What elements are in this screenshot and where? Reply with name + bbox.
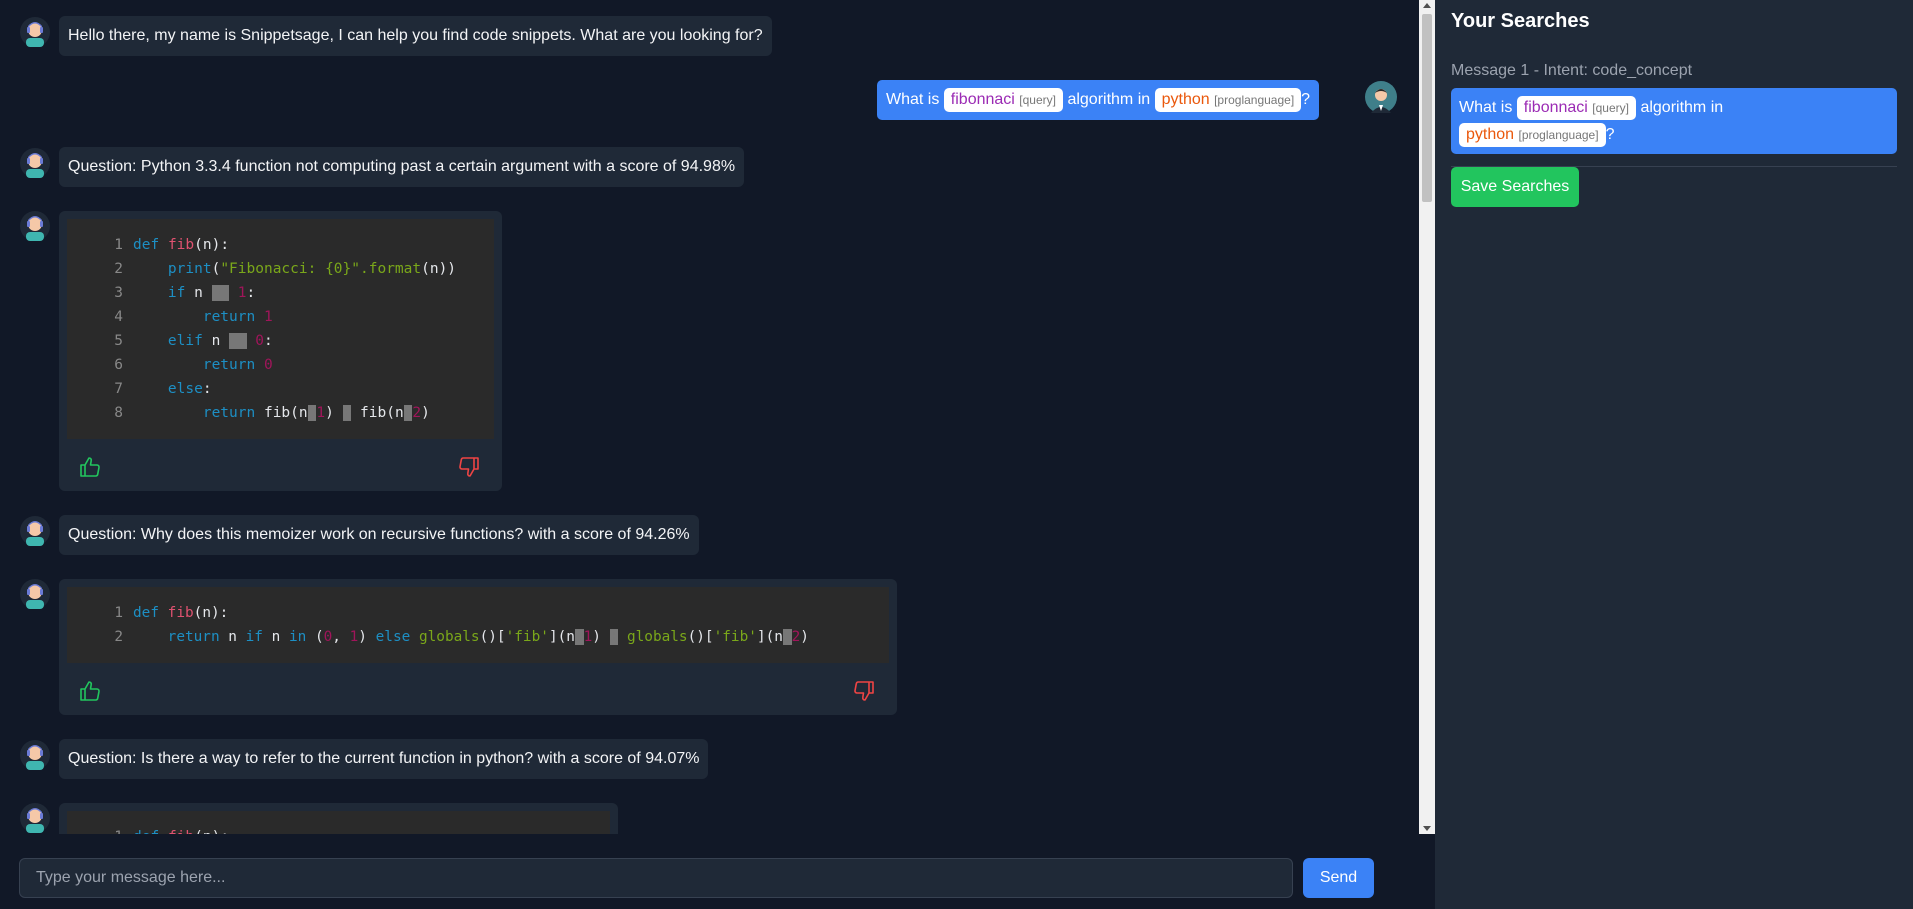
search-entry-card[interactable]: What is fibonnaci [query] algorithm in p…	[1451, 88, 1897, 154]
chat-area[interactable]: Hello there, my name is Snippetsage, I c…	[0, 0, 1419, 834]
scrollbar-thumb[interactable]	[1422, 14, 1432, 202]
code-line: 4 return 1	[114, 309, 273, 325]
query-word: fibonnaci	[950, 91, 1015, 108]
language-word: python	[1161, 91, 1210, 108]
searches-panel: Your Searches Message 1 - Intent: code_c…	[1435, 0, 1913, 909]
bot-avatar-icon	[20, 148, 50, 178]
scroll-down-arrow-icon[interactable]	[1423, 826, 1431, 831]
save-searches-button[interactable]: Save Searches	[1451, 167, 1579, 207]
code-line: 5 elif n == 0:	[114, 333, 273, 349]
user-message-middle: algorithm in	[1067, 91, 1151, 108]
user-message-prefix: What is	[886, 91, 940, 108]
search-prefix: What is	[1459, 99, 1513, 116]
language-entity-chip: python [proglanguage]	[1459, 123, 1606, 147]
thumbs-down-icon[interactable]	[852, 679, 876, 703]
message-input[interactable]	[19, 858, 1293, 898]
bot-avatar-icon	[20, 211, 50, 241]
search-suffix: ?	[1605, 126, 1615, 143]
code-block[interactable]: 1 def fib(n): 2 print("Fibonacci: {0}".for…	[67, 219, 494, 439]
code-snippet-card: 1 def fib(n): 2 return n if n in (0, 1) el…	[59, 579, 897, 715]
query-entity-chip: fibonnaci [query]	[943, 88, 1063, 112]
user-message-suffix: ?	[1301, 91, 1311, 108]
code-line: 1def fib(n):	[95, 825, 598, 834]
result-question: Question: Is there a way to refer to the…	[59, 739, 709, 779]
code-snippet-card: 1def fib(n):	[59, 803, 618, 834]
search-middle: algorithm in	[1640, 99, 1724, 116]
language-word: python	[1466, 126, 1515, 143]
code-line: 1def fib(n):	[114, 605, 229, 621]
search-entry-label: Message 1 - Intent: code_concept	[1451, 62, 1693, 79]
user-message-bubble: What is fibonnaci [query] algorithm in p…	[877, 80, 1320, 120]
scroll-up-arrow-icon[interactable]	[1423, 3, 1431, 8]
query-entity-chip: fibonnaci [query]	[1516, 96, 1636, 120]
panel-title: Your Searches	[1451, 10, 1590, 32]
language-entity-chip: python [proglanguage]	[1154, 88, 1302, 112]
bot-greeting-message: Hello there, my name is Snippetsage, I c…	[59, 16, 772, 56]
language-tag: [proglanguage]	[1518, 128, 1599, 142]
code-line: 1def fib(n):	[114, 237, 230, 253]
bot-avatar-icon	[20, 516, 50, 546]
bot-avatar-icon	[20, 740, 50, 770]
query-tag: [query]	[1592, 101, 1629, 115]
user-avatar-icon	[1365, 81, 1397, 113]
code-snippet-card: 1 def fib(n): 2 print("Fibonacci: {0}".for…	[59, 211, 502, 491]
code-line: 6 return 0	[114, 357, 273, 373]
bot-avatar-icon	[20, 17, 50, 47]
chat-scrollbar[interactable]	[1419, 0, 1435, 834]
code-line: 3 if n == 1:	[114, 285, 256, 301]
result-question: Question: Python 3.3.4 function not comp…	[59, 147, 745, 187]
send-button[interactable]: Send	[1303, 858, 1374, 898]
code-line: 2 print("Fibonacci: {0}".format(n))	[114, 261, 457, 277]
code-line: 8 return fib(n-1) + fib(n-2)	[114, 405, 430, 421]
result-question: Question: Why does this memoizer work on…	[59, 515, 699, 555]
code-line: 7 else:	[114, 381, 212, 397]
code-block[interactable]: 1 def fib(n): 2 return n if n in (0, 1) el…	[67, 587, 889, 663]
thumbs-up-icon[interactable]	[78, 679, 102, 703]
code-line: 2 return n if n in (0, 1) else globals()…	[114, 629, 809, 645]
code-block[interactable]: 1def fib(n):	[67, 811, 610, 834]
bot-avatar-icon	[20, 579, 50, 609]
query-word: fibonnaci	[1523, 99, 1588, 116]
thumbs-down-icon[interactable]	[457, 455, 481, 479]
thumbs-up-icon[interactable]	[78, 455, 102, 479]
language-tag: [proglanguage]	[1214, 93, 1295, 107]
query-tag: [query]	[1019, 93, 1056, 107]
bot-avatar-icon	[20, 803, 50, 833]
